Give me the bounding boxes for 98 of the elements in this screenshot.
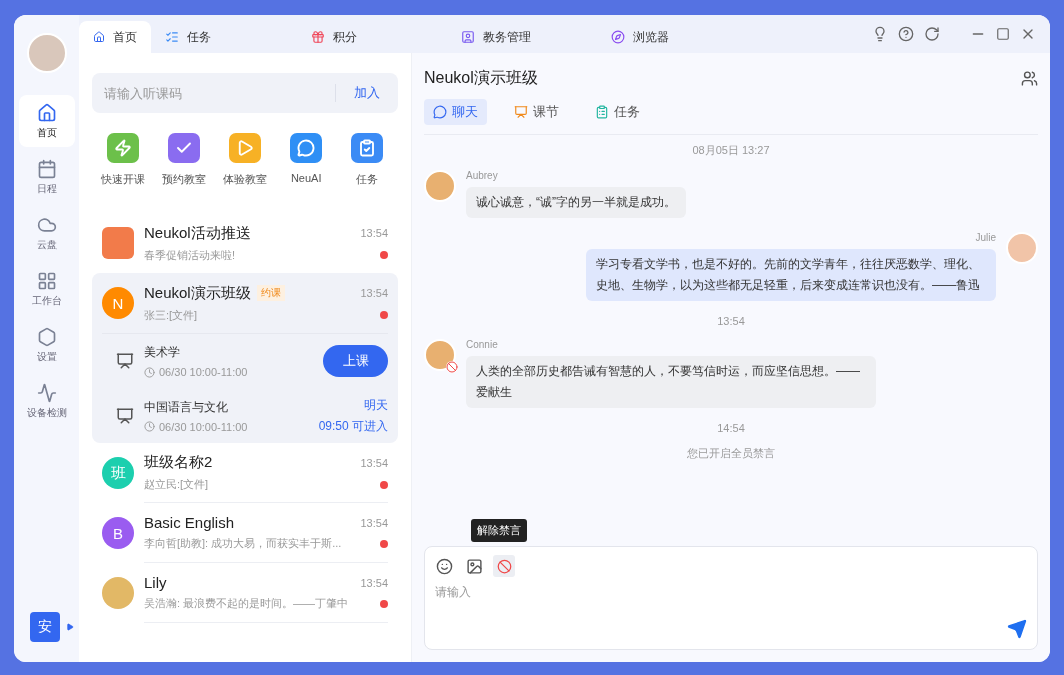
gift-icon	[311, 30, 325, 44]
clock-icon	[144, 366, 155, 378]
avatar-photo	[1006, 232, 1038, 264]
mute-toggle-icon[interactable]	[493, 555, 515, 577]
help-icon[interactable]	[898, 26, 914, 42]
tab[interactable]: 积分	[297, 21, 447, 53]
chat-tab[interactable]: 课节	[505, 99, 568, 125]
enter-time: 明天	[364, 396, 388, 414]
tab[interactable]: 浏览器	[597, 21, 717, 53]
send-icon[interactable]	[1007, 619, 1027, 639]
lesson-time: 06/30 10:00-11:00	[159, 366, 248, 378]
sidebar-item[interactable]: 工作台	[18, 263, 75, 315]
timestamp: 13:54	[360, 456, 388, 469]
shortcut-item[interactable]: NeuAI	[275, 133, 337, 187]
join-button[interactable]: 加入	[335, 84, 388, 102]
timestamp: 14:54	[717, 422, 745, 434]
lesson-title: 美术学	[144, 344, 181, 361]
avatar-circle: B	[102, 517, 134, 549]
system-notice: 您已开启全员禁言	[687, 446, 775, 461]
conversation-title: Lily	[144, 574, 167, 591]
conversation-title: Neukol演示班级	[144, 283, 251, 303]
lesson-time: 06/30 10:00-11:00	[159, 420, 248, 433]
presentation-icon	[116, 352, 134, 370]
avatar-circle: N	[102, 287, 134, 319]
chat-icon	[433, 105, 447, 119]
chat-tab[interactable]: 任务	[586, 99, 649, 125]
photo-placeholder	[102, 577, 134, 609]
message-bubble: 诚心诚意，“诚”字的另一半就是成功。	[466, 187, 686, 218]
shortcut-item[interactable]: 任务	[336, 133, 398, 187]
settings-icon	[36, 326, 57, 347]
avatar-circle: 班	[102, 457, 134, 489]
timestamp: 13:54	[360, 516, 388, 529]
enter-time: 09:50 可进入	[318, 417, 388, 435]
sidebar-item[interactable]: 首页	[18, 95, 75, 147]
timestamp: 13:54	[360, 287, 388, 299]
maximize-icon[interactable]	[996, 27, 1010, 41]
shortcut-item[interactable]: 预约教室	[153, 133, 215, 187]
conversation-title: 班级名称2	[144, 453, 213, 472]
conversation-title: Basic English	[144, 514, 235, 531]
monitor-icon	[36, 382, 57, 403]
timestamp: 08月05日 13:27	[692, 143, 770, 158]
play-icon	[236, 139, 254, 157]
conversation-item[interactable]: 班 班级名称2 13:54 赵立民:[文件]	[92, 443, 398, 503]
checklist-icon	[165, 30, 179, 44]
shortcut-item[interactable]: 体验教室	[214, 133, 276, 187]
lesson-title: 中国语言与文化	[144, 398, 229, 416]
avatar-photo	[424, 339, 456, 371]
sidebar-item[interactable]: 设置	[18, 319, 75, 371]
refresh-icon[interactable]	[924, 26, 940, 42]
sidebar-item[interactable]: 云盘	[18, 207, 75, 259]
tab[interactable]: 教务管理	[447, 21, 597, 53]
sender-name: Julie	[975, 232, 996, 243]
tooltip: 解除禁言	[471, 519, 527, 542]
presentation-icon	[116, 406, 134, 425]
conversation-title: Neukol活动推送	[144, 223, 251, 243]
sidebar-item[interactable]: 日程	[18, 151, 75, 203]
account-badge[interactable]: 安	[29, 612, 60, 642]
clipboard-icon	[358, 139, 377, 157]
home-icon	[36, 102, 57, 123]
chat-tab[interactable]: 聊天	[424, 99, 487, 125]
message-preview: 春季促销活动来啦!	[144, 247, 236, 263]
tab[interactable]: 首页	[79, 21, 151, 53]
avatar-photo	[424, 170, 456, 202]
compass-icon	[611, 30, 625, 44]
chat-title: Neukol演示班级	[424, 67, 538, 88]
message-bubble: 学习专看文学书，也是不好的。先前的文学青年，往往厌恶数学、理化、史地、生物学，以为这些都无足轻重，后来变成连常识也没有。——鲁迅	[586, 249, 996, 301]
lightbulb-icon[interactable]	[872, 26, 888, 42]
message-preview: 李向哲[助教]: 成功大易，而获实丰于斯...	[144, 536, 342, 551]
clipboard-icon	[595, 105, 609, 119]
presentation-icon	[514, 105, 528, 119]
members-icon[interactable]	[1021, 69, 1038, 87]
conversation-item[interactable]: Neukol活动推送 13:54 春季促销活动来啦!	[92, 213, 398, 273]
sender-name: Connie	[466, 339, 498, 350]
tag: 约课	[256, 285, 285, 301]
conversation-item[interactable]: Lily 13:54 吴浩瀚: 最浪费不起的是时间。——丁肇中	[92, 563, 398, 623]
grid-icon	[36, 270, 57, 291]
lightning-icon	[113, 139, 132, 157]
tab[interactable]: 任务	[151, 21, 297, 53]
home-icon	[93, 30, 105, 44]
message-bubble: 人类的全部历史都告诫有智慧的人，不要笃信时运，而应坚信思想。—— 爱献生	[466, 356, 876, 408]
message-preview: 吴浩瀚: 最浪费不起的是时间。——丁肇中	[144, 596, 349, 611]
chat-bubble-icon	[297, 139, 316, 157]
caret-icon[interactable]	[65, 623, 74, 631]
start-class-button[interactable]: 上课	[323, 345, 388, 377]
timestamp: 13:54	[360, 227, 388, 239]
sidebar-item[interactable]: 设备检测	[18, 375, 75, 427]
calendar-icon	[36, 158, 57, 179]
join-code-field[interactable]: 请输入听课码 加入	[92, 73, 398, 113]
user-card-icon	[461, 30, 475, 44]
timestamp: 13:54	[717, 315, 745, 327]
sender-name: Aubrey	[466, 170, 498, 181]
message-input[interactable]: 请输入	[433, 585, 1029, 599]
message-preview: 赵立民:[文件]	[144, 477, 209, 492]
clock-icon	[144, 421, 155, 432]
photo-placeholder	[102, 227, 134, 259]
conversation-item[interactable]: B Basic English 13:54 李向哲[助教]: 成功大易，而获实丰于斯...	[92, 503, 398, 563]
timestamp: 13:54	[360, 576, 388, 589]
shortcut-item[interactable]: 快速开课	[92, 133, 154, 187]
